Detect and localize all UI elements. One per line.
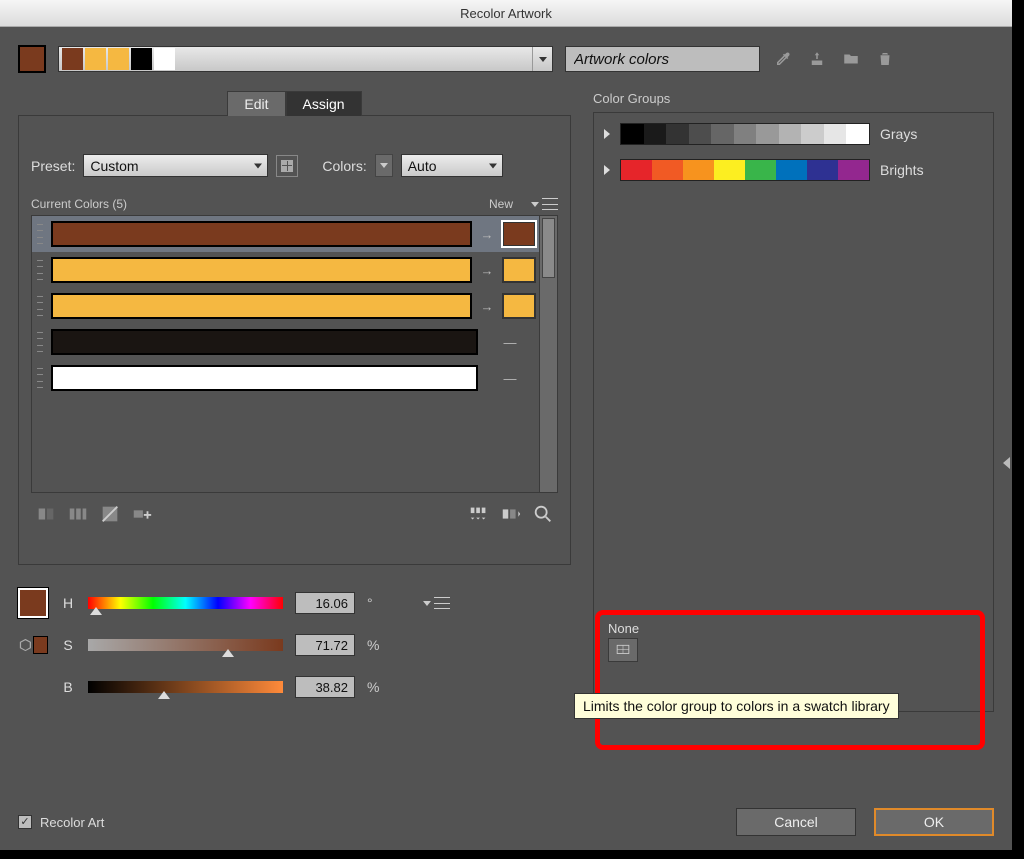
current-color-bar[interactable] — [51, 221, 472, 247]
randomize-order-icon[interactable] — [468, 505, 490, 523]
arrow-icon: → — [478, 227, 496, 242]
saturation-unit: % — [367, 637, 379, 653]
none-label: None — [608, 621, 972, 636]
cancel-button[interactable]: Cancel — [736, 808, 856, 836]
color-groups-label: Color Groups — [593, 91, 994, 106]
window-title: Recolor Artwork — [0, 0, 1012, 27]
new-label: New — [489, 197, 513, 211]
palette-chip[interactable] — [154, 48, 175, 70]
table-row[interactable]: → — [32, 288, 539, 324]
magnifier-icon[interactable] — [532, 505, 554, 523]
recolor-art-checkbox[interactable] — [18, 815, 32, 829]
out-of-gamut-swatch[interactable] — [33, 636, 48, 654]
randomize-sat-icon[interactable] — [500, 505, 522, 523]
group-swatches[interactable] — [620, 159, 870, 181]
new-color-chip[interactable] — [502, 257, 536, 283]
swatch-library-button[interactable] — [608, 638, 638, 662]
cube-icon[interactable] — [18, 636, 33, 654]
save-group-icon[interactable] — [806, 48, 828, 70]
colors-auto-dropdown[interactable]: Auto — [401, 154, 503, 177]
grip-icon[interactable] — [35, 221, 45, 247]
current-colors-label: Current Colors (5) — [31, 197, 127, 211]
panel-menu-icon[interactable] — [531, 198, 558, 210]
hue-slider[interactable] — [88, 597, 283, 609]
group-swatches[interactable] — [620, 123, 870, 145]
preset-dropdown[interactable]: Custom — [83, 154, 268, 177]
palette-chip[interactable] — [108, 48, 129, 70]
preset-label: Preset: — [31, 158, 75, 174]
brightness-value[interactable]: 38.82 — [295, 676, 355, 698]
hsb-mode-menu-icon[interactable] — [423, 597, 450, 609]
grip-icon[interactable] — [35, 329, 45, 355]
table-row[interactable]: — — [32, 360, 539, 396]
new-row-icon[interactable] — [131, 505, 153, 523]
tooltip: Limits the color group to colors in a sw… — [574, 693, 899, 719]
group-name: Grays — [880, 126, 917, 142]
new-color-chip[interactable] — [502, 221, 536, 247]
color-list: → → → — — — [31, 215, 558, 493]
palette-chip[interactable] — [85, 48, 106, 70]
swatch-library-limit-area: None — [595, 610, 985, 750]
artwork-name-input[interactable] — [565, 46, 760, 72]
palette-chip[interactable] — [131, 48, 152, 70]
palette-dropdown[interactable] — [58, 46, 553, 72]
saturation-value[interactable]: 71.72 — [295, 634, 355, 656]
saturation-slider[interactable] — [88, 639, 283, 651]
top-toolbar — [18, 45, 994, 73]
current-color-bar[interactable] — [51, 293, 472, 319]
hsb-controls: H 16.06 ° — [18, 589, 571, 701]
table-row[interactable]: → — [32, 216, 539, 252]
arrow-icon: → — [478, 299, 496, 314]
grip-icon[interactable] — [35, 293, 45, 319]
colors-label: Colors: — [322, 158, 366, 174]
new-color-chip[interactable] — [502, 293, 536, 319]
palette-chip[interactable] — [62, 48, 83, 70]
colors-dropdown-icon[interactable] — [375, 154, 393, 177]
brightness-slider[interactable] — [88, 681, 283, 693]
saturation-label: S — [60, 637, 76, 653]
exclude-color-icon[interactable] — [99, 505, 121, 523]
tab-assign[interactable]: Assign — [286, 91, 362, 116]
trash-icon[interactable] — [874, 48, 896, 70]
color-group-row[interactable]: Grays — [604, 123, 983, 145]
current-color-bar[interactable] — [51, 257, 472, 283]
eyedropper-icon[interactable] — [772, 48, 794, 70]
no-assign-dash: — — [484, 371, 536, 386]
hue-value[interactable]: 16.06 — [295, 592, 355, 614]
current-color-bar[interactable] — [51, 329, 478, 355]
recolor-art-label: Recolor Art — [40, 815, 104, 830]
arrow-icon: → — [478, 263, 496, 278]
split-column-icon[interactable] — [67, 505, 89, 523]
ok-button[interactable]: OK — [874, 808, 994, 836]
assign-panel: Preset: Custom Colors: Auto Curren — [18, 115, 571, 565]
folder-icon[interactable] — [840, 48, 862, 70]
disclosure-triangle-icon[interactable] — [604, 129, 610, 139]
hue-label: H — [60, 595, 76, 611]
scrollbar[interactable] — [539, 216, 557, 492]
current-color-bar[interactable] — [51, 365, 478, 391]
collapse-arrow-icon[interactable] — [1003, 457, 1010, 469]
disclosure-triangle-icon[interactable] — [604, 165, 610, 175]
single-column-icon[interactable] — [35, 505, 57, 523]
list-toolstrip — [31, 505, 558, 523]
brightness-label: B — [60, 679, 76, 695]
group-name: Brights — [880, 162, 924, 178]
table-row[interactable]: → — [32, 252, 539, 288]
preset-options-icon[interactable] — [276, 155, 298, 177]
hue-unit: ° — [367, 595, 379, 611]
grip-icon[interactable] — [35, 365, 45, 391]
table-row[interactable]: — — [32, 324, 539, 360]
grip-icon[interactable] — [35, 257, 45, 283]
color-group-row[interactable]: Brights — [604, 159, 983, 181]
no-assign-dash: — — [484, 335, 536, 350]
palette-dropdown-arrow[interactable] — [532, 47, 552, 71]
brightness-unit: % — [367, 679, 379, 695]
tab-edit[interactable]: Edit — [227, 91, 285, 116]
hsb-swatch[interactable] — [18, 588, 48, 618]
active-color-swatch[interactable] — [18, 45, 46, 73]
